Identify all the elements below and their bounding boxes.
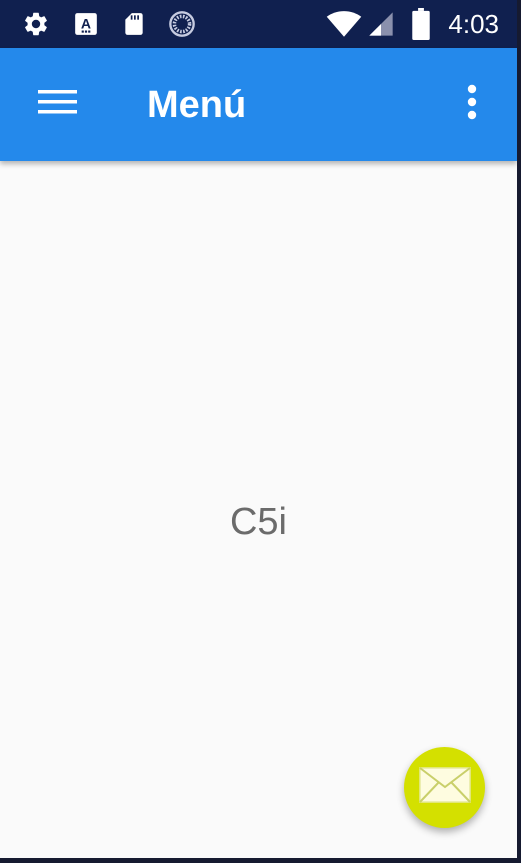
background-bottom-strip [0, 858, 521, 863]
hamburger-menu-button[interactable] [30, 82, 86, 126]
svg-text:A: A [81, 15, 91, 31]
app-bar: Menú [0, 48, 517, 161]
font-a-icon: A [72, 10, 100, 38]
hamburger-menu-icon [38, 87, 78, 122]
mail-icon [418, 767, 471, 808]
battery-icon [408, 8, 434, 40]
overflow-menu-button[interactable] [455, 82, 489, 126]
cell-signal-icon [366, 10, 396, 38]
mail-fab-button[interactable] [404, 747, 485, 828]
gear-icon [22, 10, 50, 38]
sync-circle-icon [168, 10, 196, 38]
status-bar: A 4:03 [0, 0, 517, 48]
wifi-icon [326, 10, 362, 38]
sd-card-icon [120, 10, 148, 38]
app-screen: A 4:03 Menú C5i [0, 0, 517, 858]
background-strip [517, 0, 521, 863]
page-title: Menú [147, 84, 247, 126]
status-time: 4:03 [448, 9, 499, 39]
center-text: C5i [229, 501, 288, 543]
more-vert-icon [466, 84, 478, 125]
